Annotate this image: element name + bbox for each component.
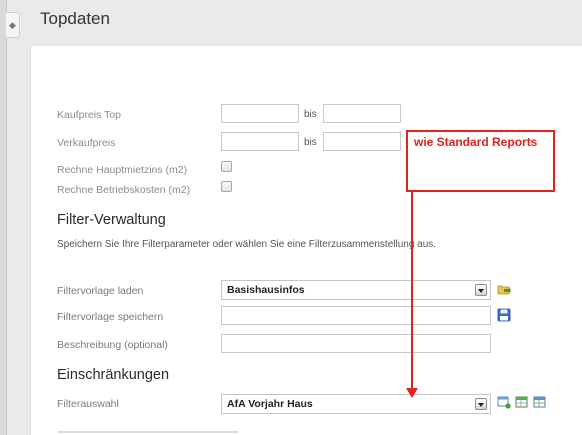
verkaufpreis-label: Verkaufpreis bbox=[57, 137, 116, 149]
hauptmietzins-checkbox[interactable] bbox=[221, 161, 232, 172]
filter-verwaltung-title: Filter-Verwaltung bbox=[57, 212, 166, 228]
annotation-text: wie Standard Reports bbox=[414, 135, 538, 149]
kaufpreis-from-input[interactable] bbox=[221, 104, 299, 123]
hauptmietzins-label: Rechne Hauptmietzins (m2) bbox=[57, 164, 188, 176]
filter-table-2-icon[interactable] bbox=[533, 395, 547, 409]
filtervorlage-laden-value: Basishausinfos bbox=[227, 284, 305, 296]
filtervorlage-speichern-input[interactable] bbox=[221, 306, 491, 325]
filter-verwaltung-description: Speichern Sie Ihre Filterparameter oder … bbox=[57, 239, 437, 250]
filtervorlage-speichern-label: Filtervorlage speichern bbox=[57, 311, 164, 323]
filter-table-icon[interactable] bbox=[515, 395, 529, 409]
filterauswahl-label: Filterauswahl bbox=[57, 398, 119, 410]
beschreibung-label: Beschreibung (optional) bbox=[57, 339, 168, 351]
betriebskosten-label: Rechne Betriebskosten (m2) bbox=[57, 184, 191, 196]
add-filter-icon[interactable] bbox=[497, 395, 511, 409]
chevron-down-icon[interactable] bbox=[475, 398, 487, 410]
chevron-down-icon[interactable] bbox=[475, 284, 487, 296]
bottom-divider bbox=[58, 431, 238, 433]
annotation-box: wie Standard Reports bbox=[406, 130, 555, 192]
verkaufpreis-bis-label: bis bbox=[304, 137, 317, 148]
filterauswahl-value: AfA Vorjahr Haus bbox=[227, 398, 313, 410]
betriebskosten-checkbox[interactable] bbox=[221, 181, 232, 192]
annotation-arrow-line bbox=[411, 191, 413, 390]
kaufpreis-to-input[interactable] bbox=[323, 104, 401, 123]
page-title: Topdaten bbox=[40, 9, 110, 28]
annotation-arrow-head bbox=[406, 388, 418, 398]
kaufpreis-label: Kaufpreis Top bbox=[57, 109, 122, 121]
verkaufpreis-from-input[interactable] bbox=[221, 132, 299, 151]
filterauswahl-select[interactable]: AfA Vorjahr Haus bbox=[221, 394, 491, 414]
save-icon[interactable] bbox=[497, 308, 511, 322]
beschreibung-input[interactable] bbox=[221, 334, 491, 353]
filtervorlage-laden-label: Filtervorlage laden bbox=[57, 285, 144, 297]
load-template-icon[interactable] bbox=[497, 282, 511, 296]
left-gutter bbox=[0, 0, 7, 435]
filtervorlage-laden-select[interactable]: Basishausinfos bbox=[221, 280, 491, 300]
kaufpreis-bis-label: bis bbox=[304, 109, 317, 120]
expand-handle-icon[interactable]: ◆ bbox=[6, 12, 20, 38]
einschraenkungen-title: Einschränkungen bbox=[57, 367, 170, 383]
verkaufpreis-to-input[interactable] bbox=[323, 132, 401, 151]
